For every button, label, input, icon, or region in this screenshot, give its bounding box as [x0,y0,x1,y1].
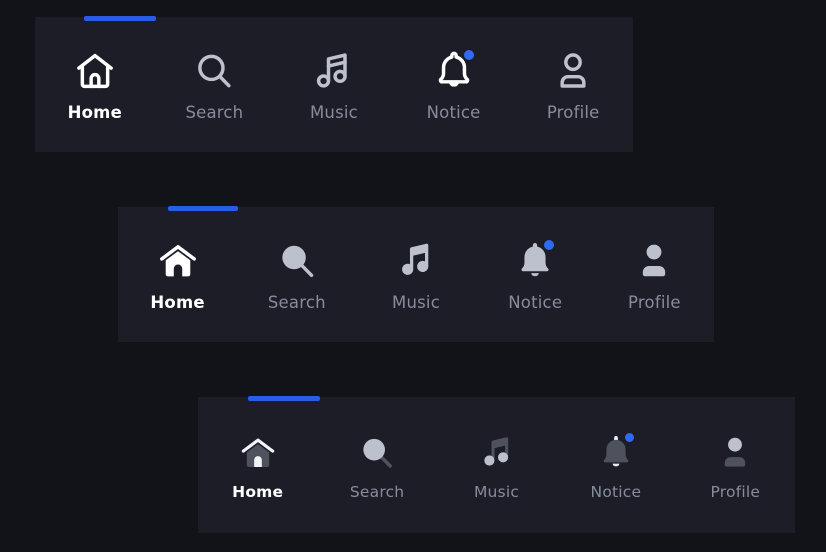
nav-item-profile[interactable]: Profile [676,429,795,501]
nav-item-label: Search [349,483,405,501]
nav-item-label: Search [267,293,326,312]
nav-item-label: Profile [628,293,681,312]
nav-item-notice[interactable]: Notice [394,47,514,122]
navbar-duotone: Home Search Music Notice Profile [198,396,795,533]
nav-item-profile[interactable]: Profile [595,237,714,312]
navbar-outline: Home Search Music Notice Profile [35,16,633,152]
nav-item-label: Music [392,293,440,312]
nav-item-home[interactable]: Home [118,237,237,312]
bell-icon [432,49,476,93]
home-icon [156,239,200,283]
bell-icon [513,239,557,283]
nav-item-label: Profile [710,483,761,501]
nav-item-search[interactable]: Search [237,237,356,312]
search-icon [357,433,397,473]
nav-item-label: Notice [508,293,563,312]
nav-item-label: Notice [426,103,481,122]
nav-item-label: Home [232,483,284,501]
nav-item-label: Search [185,103,244,122]
music-icon [394,239,438,283]
bell-icon [596,433,636,473]
notification-badge-dot [463,50,474,60]
nav-item-music[interactable]: Music [437,429,556,501]
active-tab-indicator [168,206,238,211]
nav-item-music[interactable]: Music [356,237,475,312]
nav-item-label: Home [150,293,205,312]
active-tab-indicator [84,16,156,21]
nav-item-home[interactable]: Home [198,429,317,501]
nav-item-home[interactable]: Home [35,47,155,122]
nav-item-label: Music [310,103,358,122]
music-icon [477,433,517,473]
nav-item-search[interactable]: Search [317,429,436,501]
nav-item-label: Music [473,483,520,501]
nav-item-notice[interactable]: Notice [476,237,595,312]
nav-item-label: Profile [546,103,600,122]
profile-icon [551,49,595,93]
home-icon [238,433,278,473]
nav-item-profile[interactable]: Profile [513,47,633,122]
nav-item-search[interactable]: Search [155,47,275,122]
nav-item-notice[interactable]: Notice [556,429,675,501]
notification-badge-dot [624,433,634,442]
navbar-solid: Home Search Music Notice Profile [118,206,714,342]
profile-icon [632,239,676,283]
nav-item-music[interactable]: Music [274,47,394,122]
active-tab-indicator [248,396,320,401]
search-icon [275,239,319,283]
home-icon [73,49,117,93]
music-icon [312,49,356,93]
nav-item-label: Home [67,103,122,122]
profile-icon [715,433,755,473]
nav-item-label: Notice [590,483,642,501]
search-icon [192,49,236,93]
